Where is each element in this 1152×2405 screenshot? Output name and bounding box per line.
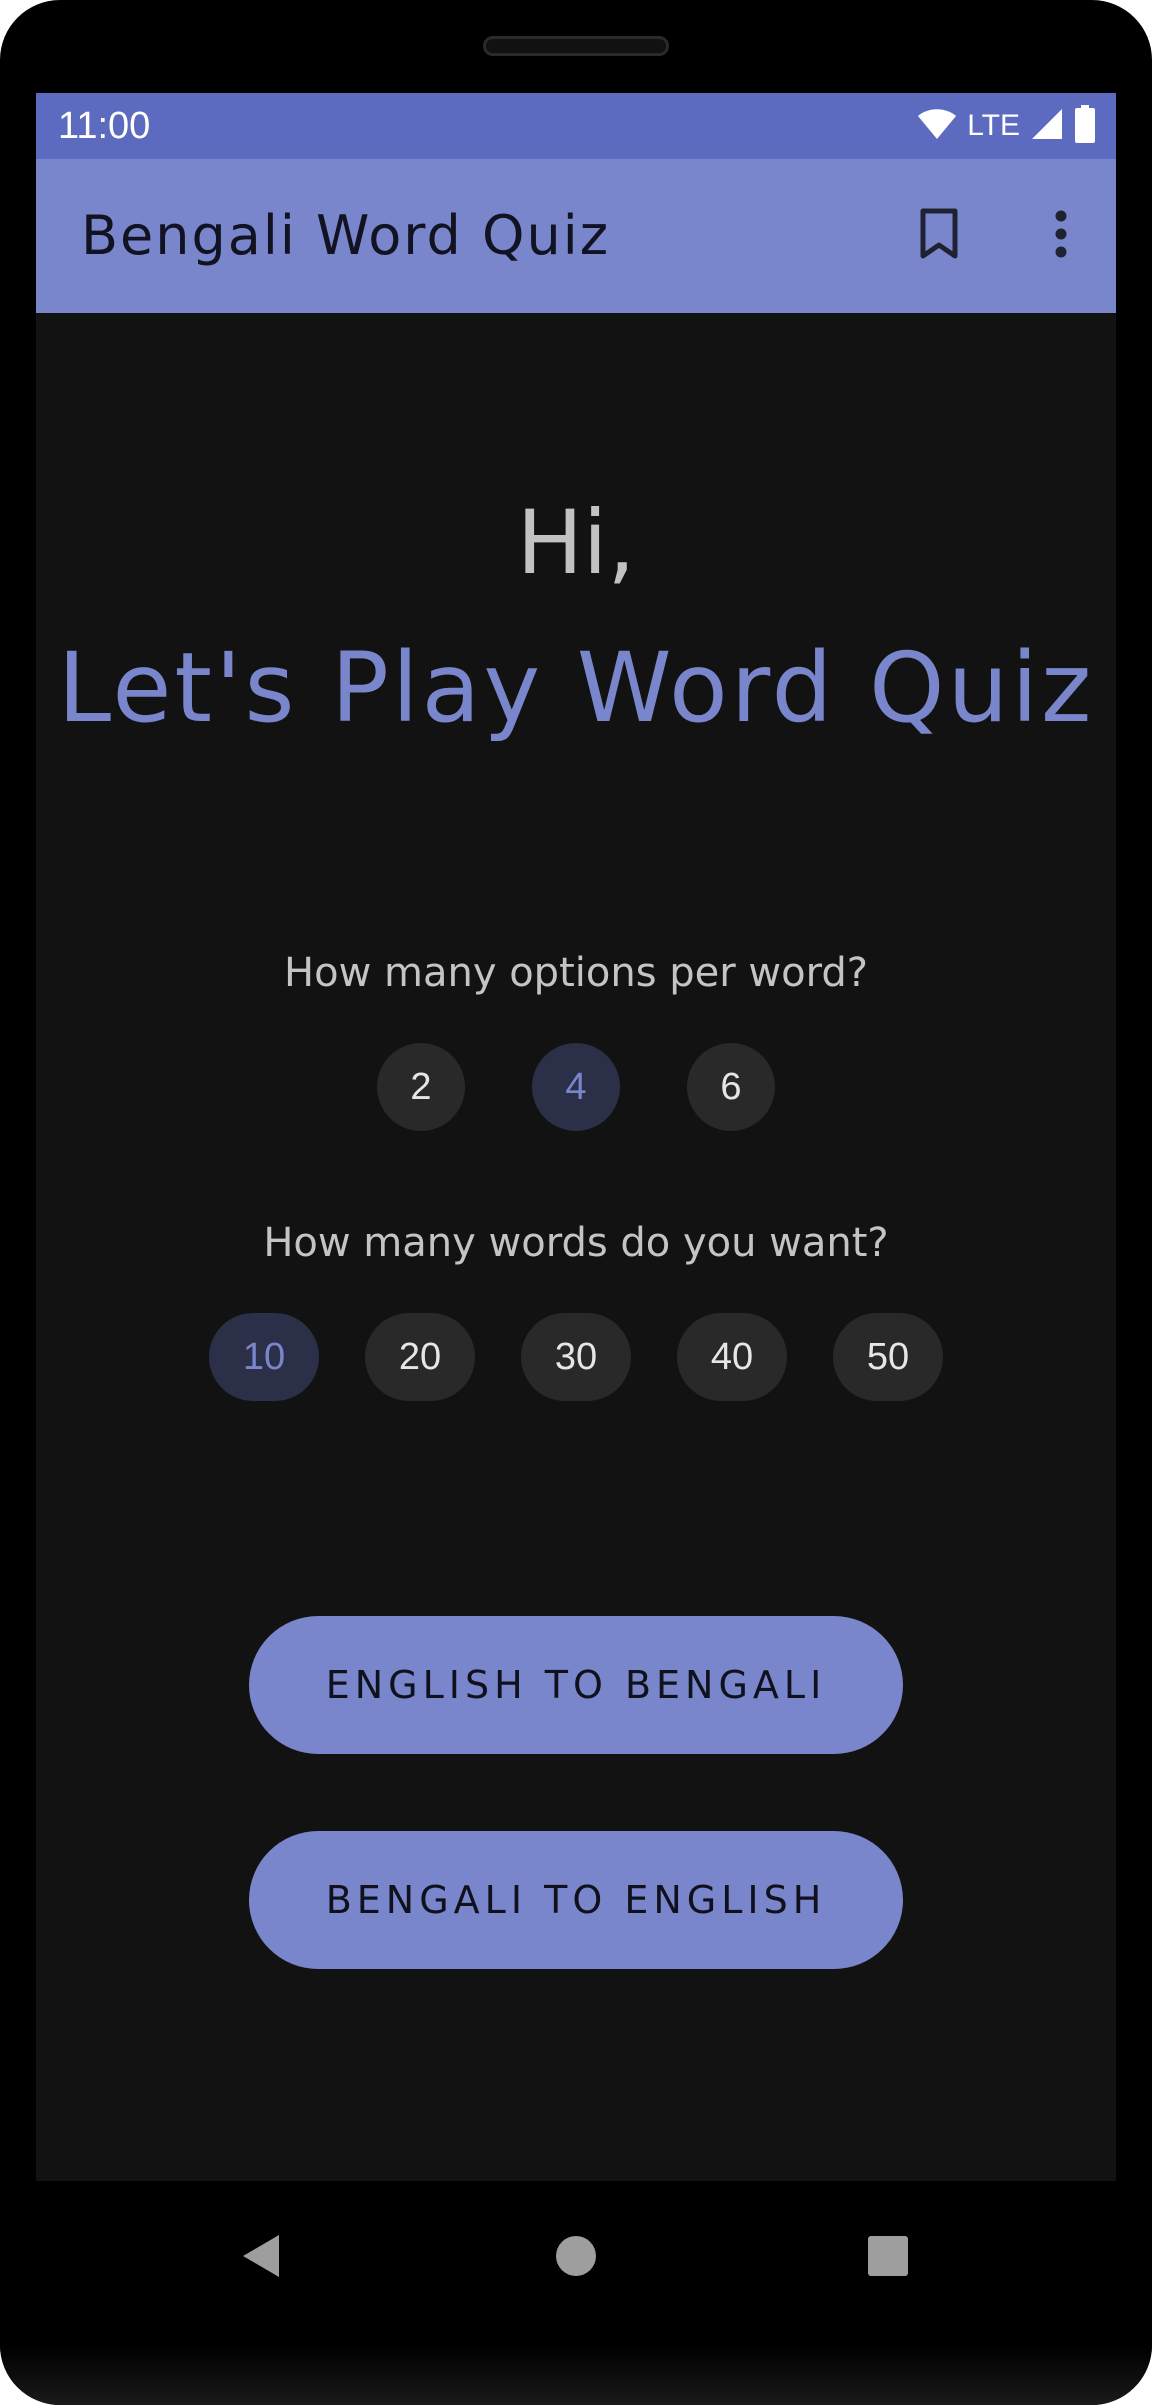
option-chip-2[interactable]: 2 [377, 1043, 465, 1131]
signal-icon [1030, 107, 1064, 145]
headline-text: Let's Play Word Quiz [57, 632, 1095, 744]
more-vert-icon [1054, 210, 1068, 262]
recents-button[interactable] [855, 2225, 921, 2291]
options-chip-group: 2 4 6 [36, 1043, 1116, 1131]
app-bar: Bengali Word Quiz [36, 159, 1116, 313]
bengali-to-english-button[interactable]: BENGALI TO ENGLISH [249, 1831, 903, 1969]
word-count-chip-20[interactable]: 20 [365, 1313, 475, 1401]
earpiece-speaker [483, 36, 669, 56]
word-count-chip-10[interactable]: 10 [209, 1313, 319, 1401]
word-count-chip-group: 10 20 30 40 50 [36, 1313, 1116, 1401]
app-screen: 11:00 LTE Bengali Word Quiz Hi, Let's Pl… [36, 93, 1116, 2181]
network-type-label: LTE [967, 109, 1020, 142]
greeting-text: Hi, [516, 491, 636, 594]
phone-frame: 11:00 LTE Bengali Word Quiz Hi, Let's Pl… [0, 0, 1152, 2405]
status-time: 11:00 [58, 105, 151, 147]
word-count-chip-30[interactable]: 30 [521, 1313, 631, 1401]
back-icon [241, 2233, 281, 2283]
bookmark-icon [919, 208, 959, 264]
device-bottom-edge [0, 2347, 1152, 2405]
bookmark-button[interactable] [906, 203, 972, 269]
wifi-icon [917, 107, 957, 145]
battery-icon [1074, 105, 1096, 147]
back-button[interactable] [228, 2225, 294, 2291]
word-count-chip-40[interactable]: 40 [677, 1313, 787, 1401]
word-count-chip-50[interactable]: 50 [833, 1313, 943, 1401]
app-title: Bengali Word Quiz [81, 204, 611, 267]
status-icons: LTE [917, 103, 1096, 149]
home-button[interactable] [543, 2225, 609, 2291]
options-question: How many options per word? [284, 950, 868, 996]
overflow-menu-button[interactable] [1028, 203, 1094, 269]
home-icon [555, 2235, 597, 2281]
english-to-bengali-button[interactable]: ENGLISH TO BENGALI [249, 1616, 903, 1754]
recents-icon [867, 2235, 909, 2281]
option-chip-4[interactable]: 4 [532, 1043, 620, 1131]
status-bar: 11:00 LTE [36, 93, 1116, 159]
words-question: How many words do you want? [263, 1220, 889, 1266]
navigation-bar [0, 2181, 1152, 2347]
option-chip-6[interactable]: 6 [687, 1043, 775, 1131]
